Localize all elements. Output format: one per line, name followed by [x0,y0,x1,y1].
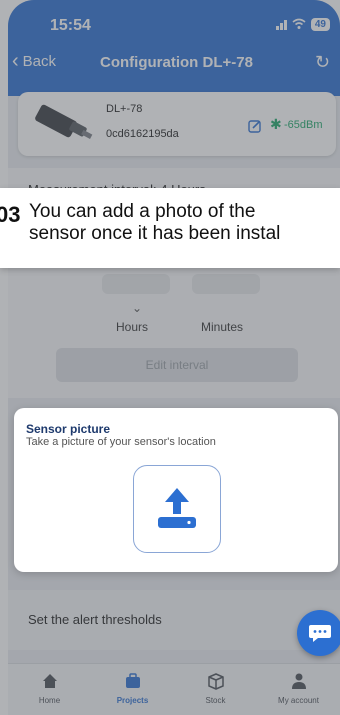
nav-stock[interactable]: Stock [174,664,257,715]
status-icons: 49 [275,17,330,31]
sensor-image [35,104,93,139]
back-button[interactable]: ‹ Back [12,50,57,72]
tutorial-banner: 03 You can add a photo of the sensor onc… [0,188,340,268]
sensor-picture-subtitle: Take a picture of your sensor's location [26,436,216,448]
sensor-picture-title: Sensor picture [26,422,111,436]
tutorial-text-line-1: You can add a photo of the [29,201,256,222]
edit-icon[interactable] [248,119,262,133]
signal-strength: -65dBm [284,119,323,131]
battery-icon: 49 [310,17,330,31]
user-icon [291,673,306,689]
hours-label: Hours [116,320,149,334]
upload-icon [158,488,196,528]
page-title: Configuration DL+-78 [100,54,253,71]
alert-thresholds-label: Set the alert thresholds [28,612,162,627]
upload-photo-button[interactable] [133,465,221,553]
nav-label-home: Home [38,696,61,705]
chat-button[interactable] [297,610,340,656]
chevron-down-icon[interactable]: ⌄ [132,301,142,315]
box-icon [207,673,224,690]
status-time: 15:54 [50,17,91,34]
chat-icon [309,625,331,642]
home-icon [42,674,57,688]
back-label: Back [22,53,57,70]
minutes-picker[interactable] [192,274,260,294]
nav-account[interactable]: My account [257,664,340,715]
hours-picker[interactable] [102,274,170,294]
briefcase-icon [125,673,140,688]
tutorial-text: You can add a photo of the sensor once i… [29,201,280,245]
device-card: DL+-78 0cd6162195da ✱ -65dBm [18,92,336,156]
nav-label-stock: Stock [205,696,226,705]
phone-screen: 15:54 49 ‹ Back Configuration DL+-78 ↻ D… [8,0,340,715]
tutorial-text-line-2: sensor once it has been instal [29,223,281,244]
refresh-icon[interactable]: ↻ [315,52,330,73]
alert-thresholds-row[interactable]: Set the alert thresholds [8,590,340,650]
wifi-icon [292,18,306,29]
tutorial-step-number: 03 [0,202,21,227]
app-header: 15:54 49 ‹ Back Configuration DL+-78 ↻ [8,0,340,96]
nav-projects[interactable]: Projects [91,664,174,715]
chevron-left-icon: ‹ [12,50,19,72]
edit-interval-button[interactable]: Edit interval [56,348,298,382]
device-id: 0cd6162195da [106,128,179,140]
bottom-nav: Home Projects Stock My account [8,663,340,715]
signal-icon [275,18,287,30]
nav-label-account: My account [278,696,319,705]
bluetooth-icon: ✱ [270,116,282,132]
minutes-label: Minutes [201,320,244,334]
nav-home[interactable]: Home [8,664,91,715]
sensor-picture-card: Sensor picture Take a picture of your se… [14,408,338,572]
nav-label-projects: Projects [116,696,149,705]
device-name: DL+-78 [106,103,143,115]
